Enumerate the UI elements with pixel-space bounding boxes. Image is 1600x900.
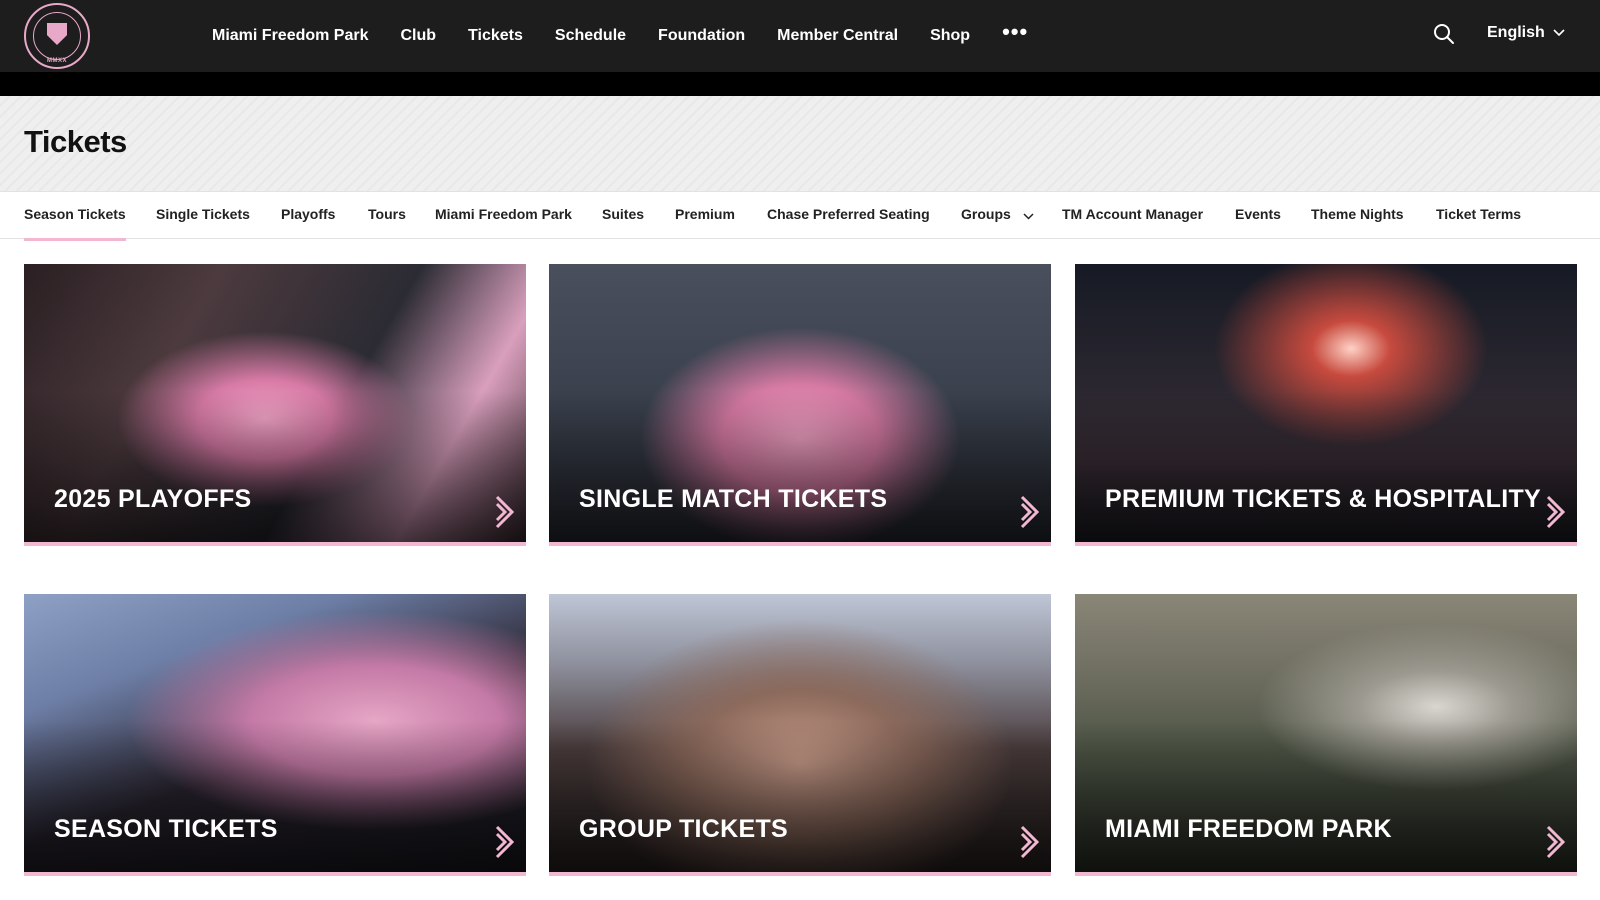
card-season-tickets[interactable]: SEASON TICKETS	[24, 594, 526, 876]
chevron-right-icon	[1019, 494, 1041, 530]
card-label: SEASON TICKETS	[54, 815, 278, 843]
logo-shield-icon	[47, 23, 67, 45]
subnav-theme-nights[interactable]: Theme Nights	[1311, 206, 1404, 222]
subnav-suites[interactable]: Suites	[602, 206, 644, 222]
card-accent-bar	[549, 542, 1051, 546]
subnav-tours[interactable]: Tours	[368, 206, 406, 222]
nav-link-club[interactable]: Club	[401, 27, 437, 45]
card-accent-bar	[549, 872, 1051, 876]
card-shade	[549, 720, 1051, 876]
top-navigation-bar: MMXX Miami Freedom Park Club Tickets Sch…	[0, 0, 1600, 72]
card-group-tickets[interactable]: GROUP TICKETS	[549, 594, 1051, 876]
subnav-groups-label: Groups	[961, 206, 1011, 222]
subnav-chase-preferred-seating[interactable]: Chase Preferred Seating	[767, 206, 930, 222]
subnav-groups[interactable]: Groups	[961, 206, 1034, 223]
nav-link-foundation[interactable]: Foundation	[658, 27, 745, 45]
search-icon[interactable]	[1432, 22, 1456, 46]
card-label: 2025 PLAYOFFS	[54, 485, 252, 513]
nav-link-shop[interactable]: Shop	[930, 27, 970, 45]
language-selector[interactable]: English	[1487, 24, 1565, 42]
nav-link-schedule[interactable]: Schedule	[555, 27, 626, 45]
subnav-single-tickets[interactable]: Single Tickets	[156, 206, 250, 222]
card-label: MIAMI FREEDOM PARK	[1105, 815, 1392, 843]
chevron-down-icon	[1553, 24, 1565, 42]
card-shade	[24, 720, 526, 876]
card-premium-tickets-hospitality[interactable]: PREMIUM TICKETS & HOSPITALITY	[1075, 264, 1577, 546]
card-label: GROUP TICKETS	[579, 815, 789, 843]
card-accent-bar	[1075, 542, 1577, 546]
more-menu-icon[interactable]: •••	[1002, 19, 1028, 45]
card-shade	[1075, 720, 1577, 876]
page-title: Tickets	[24, 124, 127, 159]
card-shade	[1075, 390, 1577, 546]
subnav-playoffs[interactable]: Playoffs	[281, 206, 335, 222]
card-shade	[24, 390, 526, 546]
card-label: SINGLE MATCH TICKETS	[579, 485, 888, 513]
page-title-banner	[0, 96, 1600, 191]
subnav-miami-freedom-park[interactable]: Miami Freedom Park	[435, 206, 572, 222]
chevron-right-icon	[1019, 824, 1041, 860]
chevron-down-icon	[1023, 207, 1034, 223]
card-2025-playoffs[interactable]: 2025 PLAYOFFS	[24, 264, 526, 546]
subnav-premium[interactable]: Premium	[675, 206, 735, 222]
card-miami-freedom-park[interactable]: MIAMI FREEDOM PARK	[1075, 594, 1577, 876]
tickets-subnav: Season Tickets Single Tickets Playoffs T…	[0, 191, 1600, 241]
card-label: PREMIUM TICKETS & HOSPITALITY	[1105, 485, 1542, 513]
card-accent-bar	[24, 872, 526, 876]
chevron-right-icon	[494, 824, 516, 860]
chevron-right-icon	[1545, 494, 1567, 530]
nav-link-miami-freedom-park[interactable]: Miami Freedom Park	[212, 27, 369, 45]
card-shade	[549, 390, 1051, 546]
subnav-tm-account-manager[interactable]: TM Account Manager	[1062, 206, 1203, 222]
nav-divider-band	[0, 72, 1600, 96]
card-accent-bar	[1075, 872, 1577, 876]
card-accent-bar	[24, 542, 526, 546]
language-label: English	[1487, 24, 1545, 41]
club-logo[interactable]: MMXX	[24, 3, 90, 69]
chevron-right-icon	[494, 494, 516, 530]
subnav-events[interactable]: Events	[1235, 206, 1281, 222]
subnav-ticket-terms[interactable]: Ticket Terms	[1436, 206, 1521, 222]
chevron-right-icon	[1545, 824, 1567, 860]
card-single-match-tickets[interactable]: SINGLE MATCH TICKETS	[549, 264, 1051, 546]
nav-link-tickets[interactable]: Tickets	[468, 27, 523, 45]
logo-inner-ring: MMXX	[33, 12, 81, 64]
primary-nav: Miami Freedom Park Club Tickets Schedule…	[212, 0, 1028, 72]
logo-ring-text: MMXX	[47, 58, 67, 64]
nav-link-member-central[interactable]: Member Central	[777, 27, 898, 45]
subnav-season-tickets[interactable]: Season Tickets	[24, 206, 126, 241]
